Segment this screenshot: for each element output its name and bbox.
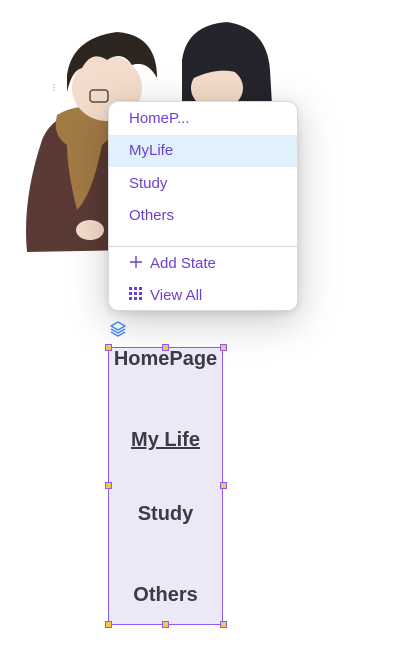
nav-item-study[interactable]: Study <box>109 503 222 526</box>
state-option-others[interactable]: Others <box>109 200 297 232</box>
add-state-button[interactable]: Add State <box>109 249 297 279</box>
state-dropdown-menu: HomeP... MyLife Study Others Add State V… <box>108 101 298 311</box>
nav-item-mylife[interactable]: My Life <box>109 429 222 452</box>
resize-handle-bottom[interactable] <box>162 621 169 628</box>
state-option-homepage[interactable]: HomeP... <box>109 103 297 135</box>
resize-handle-bottom-right[interactable] <box>220 621 227 628</box>
state-option-mylife[interactable]: MyLife <box>109 135 297 167</box>
resize-handle-top-left[interactable] <box>105 344 112 351</box>
resize-handle-right[interactable] <box>220 482 227 489</box>
resize-handle-top[interactable] <box>162 344 169 351</box>
svg-text:⋮: ⋮ <box>50 83 58 92</box>
nav-frame-selected[interactable]: HomePage My Life Study Others <box>108 347 223 625</box>
menu-divider <box>109 246 297 247</box>
design-canvas[interactable]: ⋮ HomeP... MyLife Study Others Add State… <box>0 0 413 649</box>
resize-handle-left[interactable] <box>105 482 112 489</box>
state-option-study[interactable]: Study <box>109 168 297 200</box>
resize-handle-bottom-left[interactable] <box>105 621 112 628</box>
layers-icon[interactable] <box>109 320 127 338</box>
resize-handle-top-right[interactable] <box>220 344 227 351</box>
nav-item-homepage[interactable]: HomePage <box>109 348 222 371</box>
plus-icon <box>130 256 142 268</box>
nav-item-others[interactable]: Others <box>109 584 222 607</box>
view-all-label: View All <box>150 287 203 304</box>
grid-icon <box>129 287 142 300</box>
view-all-button[interactable]: View All <box>109 281 297 310</box>
add-state-label: Add State <box>150 255 216 272</box>
